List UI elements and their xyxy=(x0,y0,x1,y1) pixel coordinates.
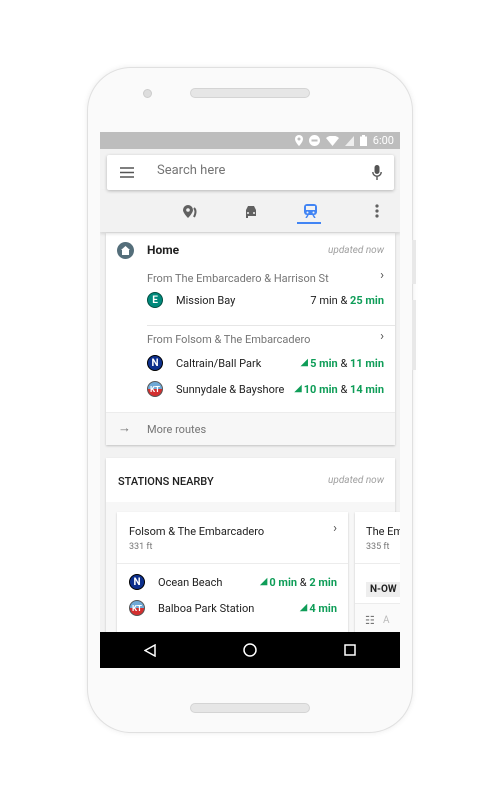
route-destination: Sunnydale & Bayshore xyxy=(176,382,285,396)
route-row[interactable]: N Ocean Beach ◢ 0 min & 2 min xyxy=(129,574,337,590)
screen: 6:00 Home updated now From The Embarcade… xyxy=(100,132,400,668)
time-separator: & xyxy=(337,356,351,370)
route-group-from: From The Embarcadero & Harrison St xyxy=(147,272,329,285)
volume-button xyxy=(412,300,416,370)
route-group-from: From Folsom & The Embarcadero xyxy=(147,333,311,346)
divider xyxy=(117,563,348,564)
car-icon[interactable] xyxy=(244,205,258,218)
power-button xyxy=(412,240,416,284)
chevron-right-icon: › xyxy=(380,329,384,344)
wifi-icon xyxy=(325,135,339,146)
back-icon[interactable] xyxy=(143,643,156,657)
active-tab-indicator xyxy=(297,222,321,224)
home-card: Home updated now From The Embarcadero & … xyxy=(106,233,395,445)
route-group[interactable]: From Folsom & The Embarcadero › N Caltra… xyxy=(106,326,395,404)
route-time-1: 10 min xyxy=(303,382,338,396)
station-distance: 331 ft xyxy=(129,542,153,552)
time-separator: & xyxy=(337,293,351,307)
schedule-icon: ☷ xyxy=(365,614,375,627)
home-icon[interactable] xyxy=(243,643,257,657)
time-separator: & xyxy=(297,575,310,589)
line-badge-n: N xyxy=(147,355,163,371)
status-bar: 6:00 xyxy=(100,132,400,149)
status-time: 6:00 xyxy=(372,134,394,147)
time-separator: & xyxy=(337,382,351,396)
station-distance: 335 ft xyxy=(366,542,390,552)
more-vert-icon[interactable] xyxy=(375,204,379,218)
realtime-icon: ◢ xyxy=(300,603,310,613)
route-destination: Caltrain/Ball Park xyxy=(176,356,262,370)
route-destination: Mission Bay xyxy=(176,293,236,307)
stations-updated: updated now xyxy=(328,475,384,486)
station-name: The Em xyxy=(366,525,400,538)
route-row[interactable]: KT Sunnydale & Bayshore ◢ 10 min & 14 mi… xyxy=(147,381,384,397)
location-icon xyxy=(294,135,303,146)
route-group[interactable]: From The Embarcadero & Harrison St › E M… xyxy=(106,265,395,325)
front-camera xyxy=(143,89,152,98)
home-title: Home xyxy=(147,243,180,257)
train-icon xyxy=(304,204,317,218)
stations-title: STATIONS NEARBY xyxy=(118,475,214,488)
search-bar[interactable] xyxy=(107,155,394,190)
stations-header: STATIONS NEARBY updated now xyxy=(106,458,395,502)
bottom-speaker xyxy=(190,703,310,713)
route-row[interactable]: E Mission Bay 7 min & 25 min xyxy=(147,292,384,308)
route-row[interactable]: KT Balboa Park Station ◢ 4 min xyxy=(129,600,337,616)
route-time-2: 11 min xyxy=(350,356,384,370)
chevron-right-icon: › xyxy=(333,521,337,536)
explore-pin-icon[interactable] xyxy=(183,205,197,218)
realtime-icon: ◢ xyxy=(300,358,311,368)
route-destination: Ocean Beach xyxy=(158,575,223,589)
line-chip: N-OW xyxy=(366,582,400,597)
route-time-1: 4 min xyxy=(309,601,337,615)
realtime-icon: ◢ xyxy=(294,384,304,394)
do-not-disturb-icon xyxy=(308,135,320,146)
home-updated: updated now xyxy=(328,245,384,256)
line-badge-kt: KT xyxy=(129,600,145,616)
route-time-1: 0 min xyxy=(269,575,298,589)
more-routes-label: More routes xyxy=(147,423,207,436)
tab-transit[interactable] xyxy=(297,200,325,224)
home-icon xyxy=(117,242,134,259)
divider xyxy=(355,563,400,564)
line-badge-n: N xyxy=(129,574,145,590)
hamburger-menu-icon[interactable] xyxy=(120,167,134,178)
arrow-right-icon: → xyxy=(118,421,131,436)
speaker-grille xyxy=(190,88,310,98)
line-badge-kt: KT xyxy=(147,381,163,397)
realtime-icon: ◢ xyxy=(260,577,270,587)
chevron-right-icon: › xyxy=(380,268,384,283)
route-destination: Balboa Park Station xyxy=(158,601,255,615)
signal-icon xyxy=(344,135,354,146)
battery-icon xyxy=(359,135,367,146)
recents-icon[interactable] xyxy=(344,644,357,656)
footer-label: A xyxy=(383,615,390,626)
route-time-1: 7 min xyxy=(310,293,338,307)
more-routes-button[interactable]: → More routes xyxy=(106,412,395,445)
route-time-2: 14 min xyxy=(350,382,384,396)
route-time-2: 25 min xyxy=(350,293,384,307)
route-time-2: 2 min xyxy=(309,575,337,589)
search-input[interactable] xyxy=(157,163,357,178)
navigation-bar xyxy=(100,632,400,668)
mode-tabs xyxy=(100,190,400,232)
line-badge-e: E xyxy=(147,292,163,308)
route-row[interactable]: N Caltrain/Ball Park ◢ 5 min & 11 min xyxy=(147,355,384,371)
route-time-1: 5 min xyxy=(310,356,338,370)
station-name: Folsom & The Embarcadero xyxy=(129,525,265,538)
mic-icon[interactable] xyxy=(372,165,382,180)
